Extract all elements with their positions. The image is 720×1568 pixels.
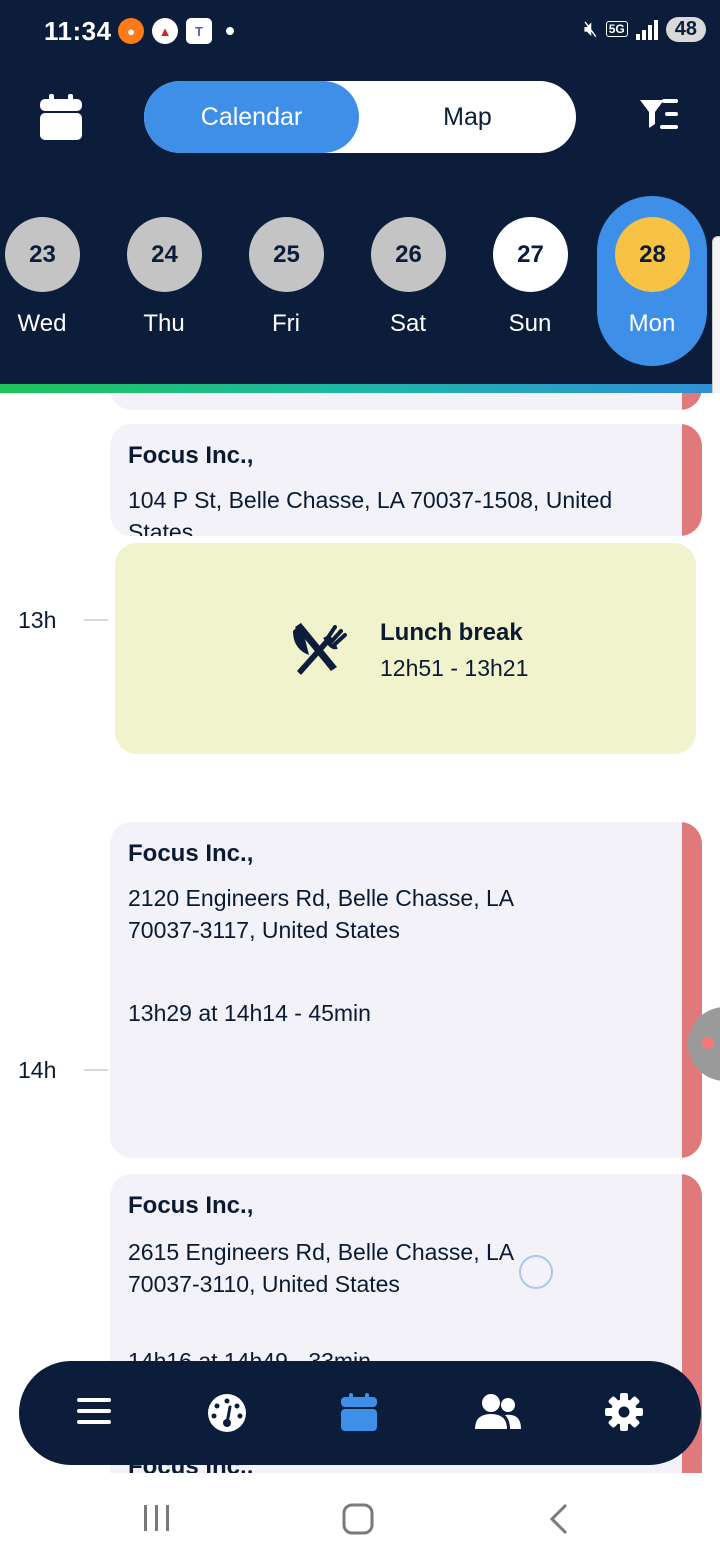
filter-icon [640,99,678,129]
day-label: Sun [508,310,552,337]
day-number: 23 [5,217,80,292]
view-switcher: Calendar Map [144,81,576,153]
calendar-icon [341,1393,377,1431]
home-icon [342,1503,374,1535]
day-item-sun[interactable]: 27 Sun [475,196,585,366]
battery-indicator: 48 [665,16,706,42]
teams-app-icon: T [186,18,212,44]
day-timeline[interactable]: Focus Inc., 104 P St, Belle Chasse, LA 7… [0,393,720,1473]
signal-icon [635,18,658,40]
nav-team-button[interactable] [473,1393,523,1433]
back-button[interactable] [546,1503,572,1540]
visit-status-bar [682,822,702,1158]
visit-address-line: 2120 Engineers Rd, Belle Chasse, LA [128,885,515,911]
day-label: Sat [389,310,427,337]
bottom-navigation [19,1361,701,1465]
hour-label: 14h [18,1057,57,1083]
mute-icon: 🔇︎ [583,16,598,41]
hour-label: 13h [18,607,57,633]
day-selector: 23 Wed 24 Thu 25 Fri 26 Sat 27 Sun 28 Mo… [0,196,720,376]
alert-app-icon: ▲ [152,18,178,44]
home-button[interactable] [342,1503,374,1540]
recorder-app-icon: ● [118,18,144,44]
visit-title: Focus Inc., [128,1192,254,1219]
hour-tick [84,1069,108,1071]
day-label: Fri [272,310,300,337]
visit-address-line: 2615 Engineers Rd, Belle Chasse, LA [128,1239,515,1265]
nav-dashboard-button[interactable] [207,1393,247,1433]
status-bar: 11:34 ● ▲ T 🔇︎ 5G 48 [0,0,720,66]
day-number: 27 [493,217,568,292]
visit-status-bar [682,393,702,410]
tab-map[interactable]: Map [359,81,576,153]
lunch-break-block[interactable]: Lunch break 12h51 - 13h21 [115,543,696,754]
app-header: 11:34 ● ▲ T 🔇︎ 5G 48 Calendar Map 23 Wed… [0,0,720,384]
touch-indicator [519,1255,553,1289]
day-item-mon[interactable]: 28 Mon [597,196,707,366]
visit-address: 104 P St, Belle Chasse, LA 70037-1508, U… [128,487,613,536]
day-label: Wed [17,310,67,337]
visit-card-partial[interactable] [110,393,702,410]
visit-time: 13h29 at 14h14 - 45min [128,1000,371,1026]
calendar-icon [40,94,82,140]
menu-icon [77,1398,111,1424]
visit-address: 2120 Engineers Rd, Belle Chasse, LA 7003… [128,882,668,946]
day-label: Thu [143,310,185,337]
day-number: 26 [371,217,446,292]
visit-address-line: 70037-3117, United States [128,917,400,943]
hour-tick [84,619,108,621]
utensils-icon [293,623,347,675]
recent-apps-button[interactable] [142,1503,172,1538]
calendar-picker-button[interactable] [40,94,82,140]
visit-address: 2615 Engineers Rd, Belle Chasse, LA 7003… [128,1236,668,1300]
visit-card[interactable]: Focus Inc., 2120 Engineers Rd, Belle Cha… [110,822,702,1158]
nav-settings-button[interactable] [605,1393,645,1433]
settings-icon [605,1393,643,1431]
day-number: 28 [615,217,690,292]
day-number: 25 [249,217,324,292]
nav-calendar-button[interactable] [341,1393,381,1433]
day-item-sat[interactable]: 26 Sat [353,196,463,366]
lunch-time: 12h51 - 13h21 [380,655,529,681]
filter-button[interactable] [638,96,680,136]
visit-card[interactable]: Focus Inc., 104 P St, Belle Chasse, LA 7… [110,424,702,536]
day-item-wed[interactable]: 23 Wed [0,196,97,366]
visit-status-bar [682,424,702,536]
dashboard-icon [208,1394,246,1432]
nav-menu-button[interactable] [77,1393,117,1433]
system-status-icons: 🔇︎ 5G 48 [584,16,706,42]
day-item-fri[interactable]: 25 Fri [231,196,341,366]
visit-title: Focus Inc., [128,442,254,469]
status-time: 11:34 [44,16,112,46]
day-item-thu[interactable]: 24 Thu [109,196,219,366]
visit-title: Focus Inc., [128,840,254,867]
day-label: Mon [628,310,676,337]
system-navigation-bar [0,1473,720,1568]
progress-divider [0,384,720,393]
more-notifications-icon [226,27,234,35]
recent-apps-icon [144,1505,169,1531]
notification-icons: ● ▲ T [118,18,234,44]
tab-calendar[interactable]: Calendar [144,81,359,153]
lunch-title: Lunch break [380,619,523,646]
network-type-icon: 5G [605,21,628,37]
back-icon [549,1503,568,1535]
day-number: 24 [127,217,202,292]
team-icon [475,1394,521,1429]
visit-address-line: 70037-3110, United States [128,1271,400,1297]
